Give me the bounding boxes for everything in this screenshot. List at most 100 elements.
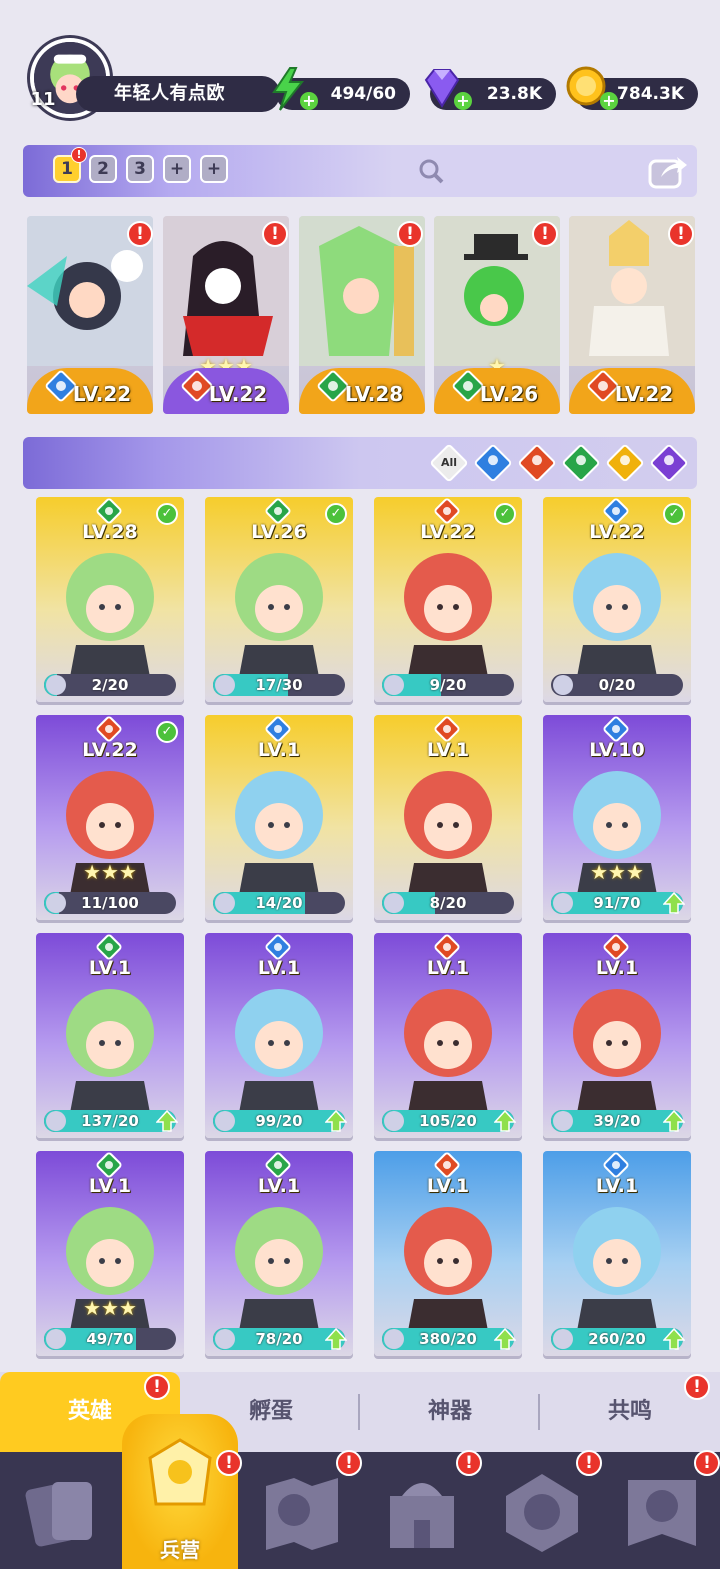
player-name: 年轻人有点欧 <box>76 76 280 112</box>
hero-card[interactable]: LV.1 ★★★ 49/70 <box>36 1151 184 1356</box>
shard-progress-bar: 8/20 <box>382 892 514 914</box>
shard-count: 11/100 <box>81 894 139 912</box>
hero-level: LV.22 <box>589 521 645 543</box>
shard-count: 0/20 <box>598 676 636 694</box>
hero-card[interactable]: LV.1 380/20 <box>374 1151 522 1356</box>
shard-count: 49/70 <box>86 1330 134 1348</box>
nav-banner[interactable] <box>614 1466 710 1558</box>
filter-dark-icon[interactable] <box>649 443 689 483</box>
hero-level: LV.1 <box>257 957 301 979</box>
hero-card[interactable]: LV.1 105/20 <box>374 933 522 1138</box>
in-team-check-icon: ✓ <box>494 503 516 525</box>
hero-level: LV.1 <box>426 739 470 761</box>
team-tab-2[interactable]: 2 <box>89 155 117 183</box>
shard-progress-bar: 11/100 <box>44 892 176 914</box>
tab-heroes-alert-badge: ! <box>144 1374 170 1400</box>
upgrade-arrow-icon[interactable] <box>325 1328 347 1350</box>
nav-cards[interactable] <box>14 1466 110 1558</box>
team-tab-1-alert-badge: ! <box>71 147 87 163</box>
team-slot-5-alert-badge: ! <box>668 221 694 247</box>
team-slot-4-alert-badge: ! <box>532 221 558 247</box>
in-team-check-icon: ✓ <box>325 503 347 525</box>
energy-value: 494/60 <box>330 84 396 104</box>
nav-castle[interactable] <box>374 1466 470 1558</box>
team-tab-add-1[interactable]: + <box>163 155 191 183</box>
hero-level: LV.1 <box>88 1175 132 1197</box>
hero-level: LV.1 <box>257 739 301 761</box>
star-rating: ★★★ <box>83 1296 137 1320</box>
coin-plus-icon[interactable]: + <box>600 92 618 110</box>
barracks-icon <box>148 1438 212 1506</box>
nav-guild-alert-badge: ! <box>576 1450 602 1476</box>
hero-card[interactable]: LV.1 8/20 <box>374 715 522 920</box>
upgrade-arrow-icon[interactable] <box>663 1110 685 1132</box>
shard-count: 17/30 <box>255 676 303 694</box>
in-team-check-icon: ✓ <box>156 721 178 743</box>
hero-card[interactable]: LV.10 ★★★ 91/70 <box>543 715 691 920</box>
filter-fire-icon[interactable] <box>517 443 557 483</box>
upgrade-arrow-icon[interactable] <box>494 1110 516 1132</box>
bottom-nav: ! ! ! ! <box>0 1450 720 1569</box>
in-team-check-icon: ✓ <box>663 503 685 525</box>
hero-level: LV.28 <box>82 521 138 543</box>
share-icon[interactable] <box>647 151 689 191</box>
hero-card[interactable]: LV.28 ✓ 2/20 <box>36 497 184 702</box>
nav-banner-alert-badge: ! <box>694 1450 720 1476</box>
top-bar: 年轻人有点欧 11 + 494/60 + 23.8K + 784.3K <box>0 0 720 130</box>
cards-icon <box>25 1482 92 1547</box>
filter-water-icon[interactable] <box>473 443 513 483</box>
coin-counter[interactable]: + 784.3K <box>566 66 698 110</box>
nav-map[interactable] <box>254 1466 350 1558</box>
hero-card[interactable]: LV.1 14/20 <box>205 715 353 920</box>
nav-barracks[interactable]: 兵营 <box>122 1414 238 1569</box>
team-level: LV.28 <box>344 382 404 406</box>
coin-value: 784.3K <box>617 84 684 104</box>
hero-card[interactable]: LV.26 ✓ 17/30 <box>205 497 353 702</box>
shard-progress-bar: 49/70 <box>44 1328 176 1350</box>
hero-card[interactable]: LV.1 39/20 <box>543 933 691 1138</box>
hero-card[interactable]: LV.22 ✓ ★★★ 11/100 <box>36 715 184 920</box>
hero-card[interactable]: LV.1 78/20 <box>205 1151 353 1356</box>
gem-plus-icon[interactable]: + <box>454 92 472 110</box>
nav-barracks-alert-badge: ! <box>216 1450 242 1476</box>
shard-count: 9/20 <box>429 676 467 694</box>
nav-guild[interactable] <box>494 1466 590 1558</box>
hero-level: LV.1 <box>595 957 639 979</box>
search-icon[interactable] <box>417 157 445 185</box>
team-tab-add-2[interactable]: + <box>200 155 228 183</box>
nav-barracks-label: 兵营 <box>160 1538 200 1562</box>
upgrade-arrow-icon[interactable] <box>663 1328 685 1350</box>
filter-all-button[interactable]: All <box>429 443 469 483</box>
hero-card[interactable]: LV.22 ✓ 9/20 <box>374 497 522 702</box>
energy-counter[interactable]: + 494/60 <box>272 67 410 111</box>
upgrade-arrow-icon[interactable] <box>663 892 685 914</box>
hero-level: LV.1 <box>426 957 470 979</box>
team-level: LV.22 <box>208 382 268 406</box>
upgrade-arrow-icon[interactable] <box>494 1328 516 1350</box>
team-slot-2-alert-badge: ! <box>262 221 288 247</box>
gem-counter[interactable]: + 23.8K <box>424 69 556 110</box>
hero-level: LV.1 <box>257 1175 301 1197</box>
team-tab-3[interactable]: 3 <box>126 155 154 183</box>
nav-map-alert-badge: ! <box>336 1450 362 1476</box>
hero-card[interactable]: LV.22 ✓ 0/20 <box>543 497 691 702</box>
hero-card[interactable]: LV.1 99/20 <box>205 933 353 1138</box>
filter-wind-icon[interactable] <box>561 443 601 483</box>
in-team-check-icon: ✓ <box>156 503 178 525</box>
hero-card[interactable]: LV.1 137/20 <box>36 933 184 1138</box>
shard-count: 2/20 <box>91 676 129 694</box>
profile[interactable]: 年轻人有点欧 11 <box>26 38 280 120</box>
guild-icon <box>506 1474 578 1552</box>
hero-level: LV.1 <box>426 1175 470 1197</box>
hero-card[interactable]: LV.1 260/20 <box>543 1151 691 1356</box>
shard-progress-bar: 2/20 <box>44 674 176 696</box>
hero-level: LV.1 <box>88 957 132 979</box>
upgrade-arrow-icon[interactable] <box>325 1110 347 1132</box>
team-slot-3-alert-badge: ! <box>397 221 423 247</box>
filter-light-icon[interactable] <box>605 443 645 483</box>
energy-plus-icon[interactable]: + <box>300 92 318 110</box>
tab-artifacts[interactable]: 神器 <box>360 1372 540 1452</box>
upgrade-arrow-icon[interactable] <box>156 1110 178 1132</box>
shard-progress-bar: 9/20 <box>382 674 514 696</box>
tab-resonance-alert-badge: ! <box>684 1374 710 1400</box>
